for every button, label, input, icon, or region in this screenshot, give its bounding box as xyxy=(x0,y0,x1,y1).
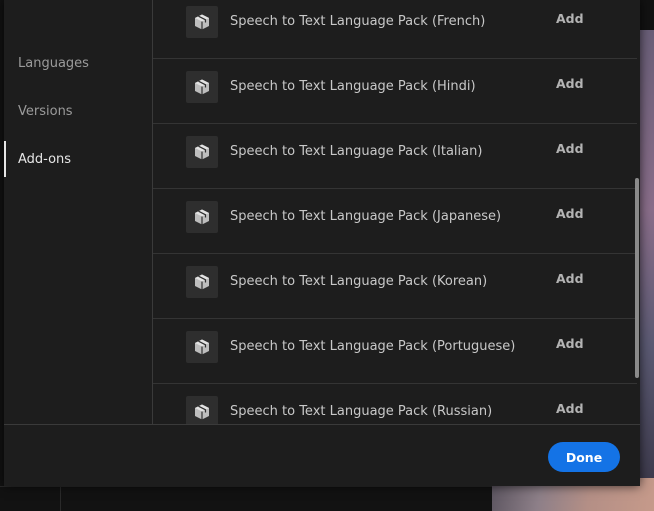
addons-dialog: Languages Versions Add-ons Speech to Tex… xyxy=(4,0,640,486)
add-button[interactable]: Add xyxy=(556,336,584,351)
list-item: Speech to Text Language Pack (Korean) Ad… xyxy=(153,254,637,319)
background-divider xyxy=(0,486,492,487)
addon-name: Speech to Text Language Pack (Japanese) xyxy=(230,209,502,224)
package-cube-icon xyxy=(186,136,218,168)
package-cube-icon xyxy=(186,331,218,363)
package-cube-icon xyxy=(186,266,218,298)
addon-name: Speech to Text Language Pack (Hindi) xyxy=(230,79,476,94)
scrollbar-thumb[interactable] xyxy=(635,178,639,378)
list-item: Speech to Text Language Pack (French) Ad… xyxy=(153,0,637,59)
sidebar-item-languages[interactable]: Languages xyxy=(4,45,152,81)
list-item: Speech to Text Language Pack (Russian) A… xyxy=(153,384,637,424)
package-cube-icon xyxy=(186,6,218,38)
list-item: Speech to Text Language Pack (Hindi) Add xyxy=(153,59,637,124)
dialog-footer: Done xyxy=(4,424,640,486)
background-divider-vertical xyxy=(60,486,61,511)
add-button[interactable]: Add xyxy=(556,11,584,26)
add-button[interactable]: Add xyxy=(556,271,584,286)
package-cube-icon xyxy=(186,71,218,103)
add-button[interactable]: Add xyxy=(556,76,584,91)
package-cube-icon xyxy=(186,396,218,424)
addon-name: Speech to Text Language Pack (Russian) xyxy=(230,404,493,419)
sidebar-item-add-ons[interactable]: Add-ons xyxy=(4,141,152,177)
dialog-sidebar: Languages Versions Add-ons xyxy=(4,0,153,424)
sidebar-item-versions[interactable]: Versions xyxy=(4,93,152,129)
done-button[interactable]: Done xyxy=(548,442,620,472)
sidebar-item-label: Languages xyxy=(18,55,89,71)
sidebar-item-label: Versions xyxy=(18,103,73,119)
addon-name: Speech to Text Language Pack (Italian) xyxy=(230,144,483,159)
list-item: Speech to Text Language Pack (Italian) A… xyxy=(153,124,637,189)
list-item: Speech to Text Language Pack (Japanese) … xyxy=(153,189,637,254)
list-scrollbar[interactable] xyxy=(634,0,640,424)
add-button[interactable]: Add xyxy=(556,401,584,416)
sidebar-item-label: Add-ons xyxy=(18,151,72,167)
add-button[interactable]: Add xyxy=(556,141,584,156)
addons-list: Speech to Text Language Pack (French) Ad… xyxy=(153,0,637,424)
background-image-edge xyxy=(640,30,654,480)
list-item: Speech to Text Language Pack (Portuguese… xyxy=(153,319,637,384)
addon-name: Speech to Text Language Pack (Korean) xyxy=(230,274,488,289)
addons-list-panel: Speech to Text Language Pack (French) Ad… xyxy=(153,0,637,424)
package-cube-icon xyxy=(186,201,218,233)
addon-name: Speech to Text Language Pack (Portuguese… xyxy=(230,339,516,354)
add-button[interactable]: Add xyxy=(556,206,584,221)
addon-name: Speech to Text Language Pack (French) xyxy=(230,14,486,29)
